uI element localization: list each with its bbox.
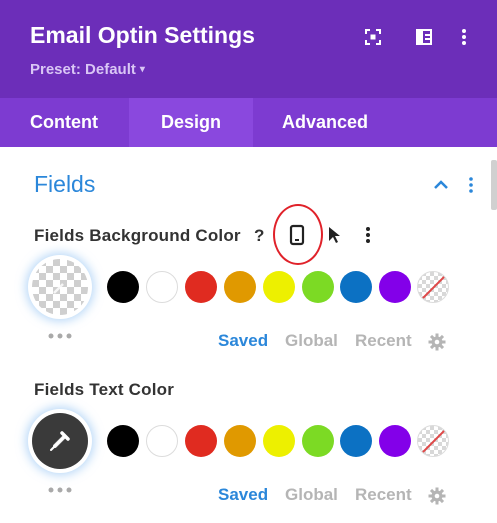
swatch-blue[interactable]	[340, 271, 372, 303]
palette-tab-saved[interactable]: Saved	[218, 485, 268, 505]
preset-label: Preset: Default	[30, 61, 136, 78]
more-options-icon[interactable]	[47, 333, 73, 339]
chevron-up-icon[interactable]	[432, 176, 450, 194]
field-kebab-icon[interactable]	[362, 225, 374, 245]
sidebar-layout-icon[interactable]	[413, 26, 435, 48]
caret-down-icon: ▾	[139, 64, 145, 75]
palette-tab-recent[interactable]: Recent	[355, 331, 412, 351]
swatch-orange[interactable]	[224, 271, 256, 303]
palette-tab-global[interactable]: Global	[285, 331, 338, 351]
modal-title: Email Optin Settings	[30, 22, 255, 48]
swatch-black[interactable]	[107, 425, 139, 457]
swatch-red[interactable]	[185, 271, 217, 303]
swatch-black[interactable]	[107, 271, 139, 303]
color-preview-transparent[interactable]	[32, 259, 88, 315]
swatch-no-color[interactable]	[417, 425, 449, 457]
highlight-annotation-ring	[273, 204, 323, 265]
help-icon[interactable]: ?	[254, 226, 264, 246]
fields-text-color-label: Fields Text Color	[34, 380, 175, 399]
tab-content[interactable]: Content	[0, 98, 128, 147]
palette-tab-recent[interactable]: Recent	[355, 485, 412, 505]
swatch-white[interactable]	[146, 271, 178, 303]
swatch-green[interactable]	[302, 271, 334, 303]
more-options-icon[interactable]	[47, 487, 73, 493]
kebab-menu-icon[interactable]	[453, 26, 475, 48]
tab-advanced[interactable]: Advanced	[253, 98, 397, 147]
gear-icon[interactable]	[428, 333, 446, 351]
fullscreen-icon[interactable]	[362, 26, 384, 48]
swatch-red[interactable]	[185, 425, 217, 457]
tab-bar: Content Design Advanced	[0, 98, 497, 147]
tab-design[interactable]: Design	[129, 98, 253, 147]
swatch-no-color[interactable]	[417, 271, 449, 303]
section-kebab-icon[interactable]	[465, 176, 477, 194]
swatch-blue[interactable]	[340, 425, 372, 457]
palette-tab-saved[interactable]: Saved	[218, 331, 268, 351]
gear-icon[interactable]	[428, 487, 446, 505]
settings-header: Email Optin Settings Preset: Default ▾	[0, 0, 497, 98]
swatch-purple[interactable]	[379, 425, 411, 457]
eyedropper-faint-icon	[53, 283, 64, 294]
color-preview-eyedropper[interactable]	[32, 413, 88, 469]
eyedropper-icon	[50, 431, 70, 451]
swatch-yellow[interactable]	[263, 425, 295, 457]
section-title[interactable]: Fields	[34, 171, 95, 198]
fields-background-color-label: Fields Background Color	[34, 226, 241, 245]
cursor-hover-icon[interactable]	[326, 225, 342, 245]
scrollbar-thumb[interactable]	[491, 160, 497, 210]
preset-selector[interactable]: Preset: Default ▾	[30, 61, 145, 78]
swatch-orange[interactable]	[224, 425, 256, 457]
swatch-yellow[interactable]	[263, 271, 295, 303]
swatch-white[interactable]	[146, 425, 178, 457]
palette-tab-global[interactable]: Global	[285, 485, 338, 505]
swatch-purple[interactable]	[379, 271, 411, 303]
swatch-green[interactable]	[302, 425, 334, 457]
